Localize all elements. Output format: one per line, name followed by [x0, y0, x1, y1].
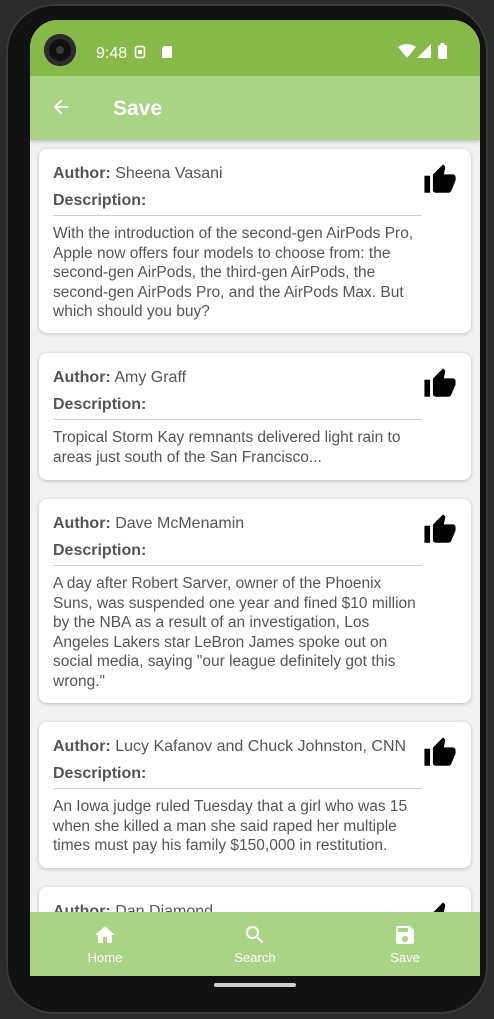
- author-line: Author: Dave McMenamin: [53, 515, 244, 533]
- wifi-icon: [398, 44, 416, 58]
- author-name: Dan Diamond: [115, 903, 214, 912]
- author-label: Author:: [53, 515, 111, 532]
- description-label: Description:: [53, 192, 147, 209]
- author-name: Sheena Vasani: [115, 165, 223, 182]
- nav-home-label: Home: [87, 950, 123, 965]
- bottom-navigation: Home Search Save: [30, 912, 480, 976]
- author-line: Author: Lucy Kafanov and Chuck Johnston,…: [53, 738, 406, 756]
- description-label: Description:: [53, 396, 147, 413]
- divider: [53, 788, 422, 789]
- battery-icon: [438, 43, 447, 59]
- front-camera: [44, 34, 76, 66]
- divider: [53, 215, 422, 216]
- article-list[interactable]: Author: Sheena Vasani Description: With …: [30, 140, 480, 912]
- nav-search[interactable]: Search: [180, 912, 330, 976]
- home-icon: [95, 926, 115, 943]
- article-card[interactable]: Author: Dave McMenamin Description: A da…: [39, 499, 471, 703]
- search-icon: [246, 926, 264, 944]
- article-card[interactable]: Author: Dan Diamond: [39, 887, 471, 912]
- divider: [53, 565, 422, 566]
- thumbs-up-icon[interactable]: [422, 901, 458, 912]
- description-label: Description:: [53, 542, 147, 559]
- app-bar: Save: [30, 76, 480, 140]
- article-description: An Iowa judge ruled Tuesday that a girl …: [53, 798, 408, 854]
- article-card[interactable]: Author: Amy Graff Description: Tropical …: [39, 353, 471, 480]
- thumbs-up-icon[interactable]: [422, 513, 458, 547]
- signal-icon: [417, 44, 431, 58]
- description-label: Description:: [53, 765, 147, 782]
- article-card[interactable]: Author: Sheena Vasani Description: With …: [39, 149, 471, 333]
- gesture-home-bar[interactable]: [214, 983, 296, 987]
- author-label: Author:: [53, 903, 111, 912]
- status-bar: 9:48: [30, 20, 480, 76]
- divider: [53, 419, 422, 420]
- screen: 9:48 Save Author: Sheena Vasani Descript…: [30, 20, 480, 976]
- article-description: With the introduction of the second-gen …: [53, 225, 414, 320]
- author-label: Author:: [53, 738, 111, 755]
- author-label: Author:: [53, 369, 111, 386]
- author-label: Author:: [53, 165, 111, 182]
- nav-save[interactable]: Save: [330, 912, 480, 976]
- thumbs-up-icon[interactable]: [422, 736, 458, 770]
- sd-card-icon: [162, 46, 172, 58]
- thumbs-up-icon[interactable]: [422, 163, 458, 197]
- author-name: Lucy Kafanov and Chuck Johnston, CNN: [115, 738, 407, 755]
- page-title: Save: [113, 97, 163, 120]
- author-line: Author: Amy Graff: [53, 369, 186, 387]
- author-name: Dave McMenamin: [115, 515, 245, 532]
- article-description: Tropical Storm Kay remnants delivered li…: [53, 429, 401, 466]
- article-description: A day after Robert Sarver, owner of the …: [53, 575, 416, 690]
- sim-icon: [134, 45, 146, 59]
- status-time: 9:48: [96, 45, 128, 62]
- back-arrow-icon[interactable]: [50, 96, 72, 118]
- nav-save-label: Save: [390, 950, 420, 965]
- nav-search-label: Search: [234, 950, 276, 965]
- author-line: Author: Sheena Vasani: [53, 165, 223, 183]
- phone-frame: 9:48 Save Author: Sheena Vasani Descript…: [6, 4, 488, 1014]
- author-line: Author: Dan Diamond: [53, 903, 213, 912]
- author-name: Amy Graff: [114, 369, 187, 386]
- nav-home[interactable]: Home: [30, 912, 180, 976]
- thumbs-up-icon[interactable]: [422, 367, 458, 401]
- save-icon: [396, 926, 414, 944]
- article-card[interactable]: Author: Lucy Kafanov and Chuck Johnston,…: [39, 722, 471, 868]
